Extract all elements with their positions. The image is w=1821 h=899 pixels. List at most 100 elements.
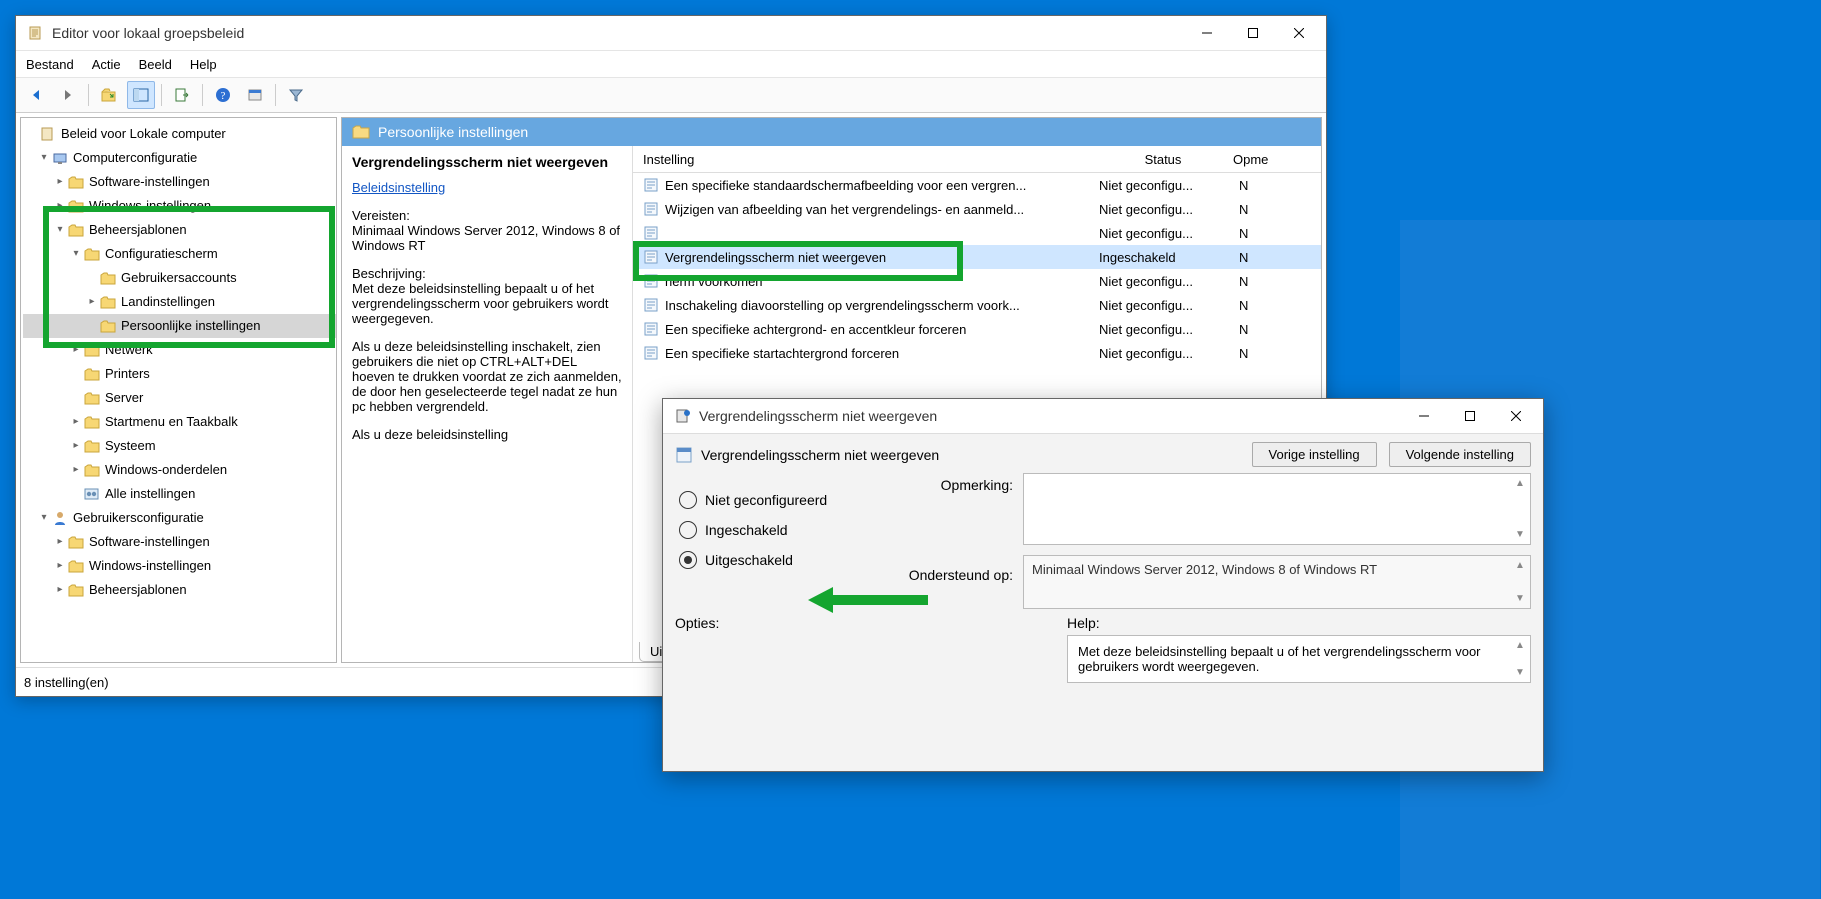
- setting-status: Niet geconfigu...: [1093, 178, 1239, 193]
- tree-regional[interactable]: ▸Landinstellingen: [23, 290, 336, 314]
- dialog-close-button[interactable]: [1493, 399, 1539, 433]
- help-text: Met deze beleidsinstelling bepaalt u of …: [1078, 644, 1481, 674]
- tree-user-admintemplates[interactable]: ▸Beheersjablonen: [23, 578, 336, 602]
- col-comment[interactable]: Opme: [1233, 152, 1293, 167]
- show-tree-button[interactable]: [127, 81, 155, 109]
- setting-comment: N: [1239, 346, 1299, 361]
- tree-userconfig-label: Gebruikersconfiguratie: [73, 507, 204, 529]
- status-text: 8 instelling(en): [24, 675, 109, 690]
- list-header[interactable]: Instelling Status Opme: [633, 146, 1321, 173]
- setting-item-icon: [643, 249, 659, 265]
- toolbar: ?: [16, 78, 1326, 113]
- export-button[interactable]: [168, 81, 196, 109]
- desc-label: Beschrijving:: [352, 266, 426, 281]
- tree-personalization[interactable]: Persoonlijke instellingen: [23, 314, 336, 338]
- tree-wincomponents-label: Windows-onderdelen: [105, 459, 227, 481]
- menu-actie[interactable]: Actie: [92, 57, 121, 72]
- tree-windows-label: Windows-instellingen: [89, 195, 211, 217]
- dialog-maximize-button[interactable]: [1447, 399, 1493, 433]
- dialog-title: Vergrendelingsscherm niet weergeven: [699, 408, 1401, 424]
- properties-button[interactable]: [241, 81, 269, 109]
- help-button[interactable]: ?: [209, 81, 237, 109]
- setting-comment: N: [1239, 250, 1299, 265]
- setting-item-icon: [643, 297, 659, 313]
- tree-allsettings[interactable]: Alle instellingen: [23, 482, 336, 506]
- annotation-arrow: [803, 585, 933, 615]
- setting-item-icon: [643, 345, 659, 361]
- tree-software[interactable]: ▸Software-instellingen: [23, 170, 336, 194]
- radio-not-configured-label: Niet geconfigureerd: [705, 492, 827, 508]
- tree-controlpanel-label: Configuratiescherm: [105, 243, 218, 265]
- tree-wincomponents[interactable]: ▸Windows-onderdelen: [23, 458, 336, 482]
- menu-help[interactable]: Help: [190, 57, 217, 72]
- comment-label: Opmerking:: [941, 477, 1013, 493]
- setting-row[interactable]: Een specifieke startachtergrond forceren…: [633, 341, 1321, 365]
- menu-bestand[interactable]: Bestand: [26, 57, 74, 72]
- setting-name: Een specifieke standaardschermafbeelding…: [665, 178, 1026, 193]
- tree-network[interactable]: ▸Netwerk: [23, 338, 336, 362]
- close-button[interactable]: [1276, 16, 1322, 50]
- setting-name: Een specifieke startachtergrond forceren: [665, 346, 899, 361]
- dialog-minimize-button[interactable]: [1401, 399, 1447, 433]
- main-window-title: Editor voor lokaal groepsbeleid: [52, 25, 1184, 41]
- tree-admintemplates[interactable]: ▾Beheersjablonen: [23, 218, 336, 242]
- main-titlebar[interactable]: Editor voor lokaal groepsbeleid: [16, 16, 1326, 51]
- dialog-titlebar[interactable]: Vergrendelingsscherm niet weergeven: [663, 399, 1543, 434]
- desc-p3: Als u deze beleidsinstelling: [352, 427, 622, 442]
- tree-computerconfig[interactable]: ▾Computerconfiguratie: [23, 146, 336, 170]
- tree-personalization-label: Persoonlijke instellingen: [121, 315, 260, 337]
- edit-policy-link[interactable]: Beleidsinstelling: [352, 180, 445, 195]
- radio-enabled-label: Ingeschakeld: [705, 522, 788, 538]
- menu-beeld[interactable]: Beeld: [139, 57, 172, 72]
- radio-disabled[interactable]: Uitgeschakeld: [679, 551, 879, 569]
- filter-button[interactable]: [282, 81, 310, 109]
- tree-server[interactable]: Server: [23, 386, 336, 410]
- col-setting[interactable]: Instelling: [633, 152, 1093, 167]
- tree-startmenu[interactable]: ▸Startmenu en Taakbalk: [23, 410, 336, 434]
- tree-startmenu-label: Startmenu en Taakbalk: [105, 411, 238, 433]
- tree-network-label: Netwerk: [105, 339, 153, 361]
- tree-printers[interactable]: Printers: [23, 362, 336, 386]
- setting-status: Niet geconfigu...: [1093, 346, 1239, 361]
- scrollbar-icon[interactable]: ▲▼: [1512, 560, 1528, 604]
- tree-software-label: Software-instellingen: [89, 171, 210, 193]
- tree-user-windows[interactable]: ▸Windows-instellingen: [23, 554, 336, 578]
- setting-item-icon: [643, 321, 659, 337]
- setting-row[interactable]: Vergrendelingsscherm niet weergevenInges…: [633, 245, 1321, 269]
- scrollbar-icon[interactable]: ▲▼: [1512, 478, 1528, 540]
- help-text-box[interactable]: Met deze beleidsinstelling bepaalt u of …: [1067, 635, 1531, 683]
- up-folder-button[interactable]: [95, 81, 123, 109]
- back-button[interactable]: [22, 81, 50, 109]
- req-text: Minimaal Windows Server 2012, Windows 8 …: [352, 223, 620, 253]
- col-status[interactable]: Status: [1093, 152, 1233, 167]
- setting-comment: N: [1239, 298, 1299, 313]
- forward-button[interactable]: [54, 81, 82, 109]
- radio-not-configured[interactable]: Niet geconfigureerd: [679, 491, 879, 509]
- scrollbar-icon[interactable]: ▲▼: [1512, 640, 1528, 678]
- supported-box: Minimaal Windows Server 2012, Windows 8 …: [1023, 555, 1531, 609]
- tree-user-software[interactable]: ▸Software-instellingen: [23, 530, 336, 554]
- tree-system[interactable]: ▸Systeem: [23, 434, 336, 458]
- setting-row[interactable]: Een specifieke achtergrond- en accentkle…: [633, 317, 1321, 341]
- next-setting-button[interactable]: Volgende instelling: [1389, 442, 1531, 467]
- setting-row[interactable]: Inschakeling diavoorstelling op vergrend…: [633, 293, 1321, 317]
- tree-windows[interactable]: ▸Windows-instellingen: [23, 194, 336, 218]
- setting-row[interactable]: Een specifieke standaardschermafbeelding…: [633, 173, 1321, 197]
- tree-pane[interactable]: Beleid voor Lokale computer ▾Computercon…: [20, 117, 337, 663]
- tree-computerconfig-label: Computerconfiguratie: [73, 147, 197, 169]
- tree-root[interactable]: Beleid voor Lokale computer: [23, 122, 336, 146]
- setting-row[interactable]: Wijzigen van afbeelding van het vergrend…: [633, 197, 1321, 221]
- prev-setting-button[interactable]: Vorige instelling: [1252, 442, 1377, 467]
- setting-status: Niet geconfigu...: [1093, 298, 1239, 313]
- tree-useraccounts[interactable]: Gebruikersaccounts: [23, 266, 336, 290]
- minimize-button[interactable]: [1184, 16, 1230, 50]
- radio-enabled[interactable]: Ingeschakeld: [679, 521, 879, 539]
- maximize-button[interactable]: [1230, 16, 1276, 50]
- setting-status: Niet geconfigu...: [1093, 322, 1239, 337]
- comment-textarea[interactable]: ▲▼: [1023, 473, 1531, 545]
- tree-controlpanel[interactable]: ▾Configuratiescherm: [23, 242, 336, 266]
- setting-row[interactable]: Niet geconfigu...N: [633, 221, 1321, 245]
- setting-row[interactable]: herm voorkomenNiet geconfigu...N: [633, 269, 1321, 293]
- tree-userconfig[interactable]: ▾Gebruikersconfiguratie: [23, 506, 336, 530]
- description-pane[interactable]: Vergrendelingsscherm niet weergeven Bele…: [342, 146, 633, 662]
